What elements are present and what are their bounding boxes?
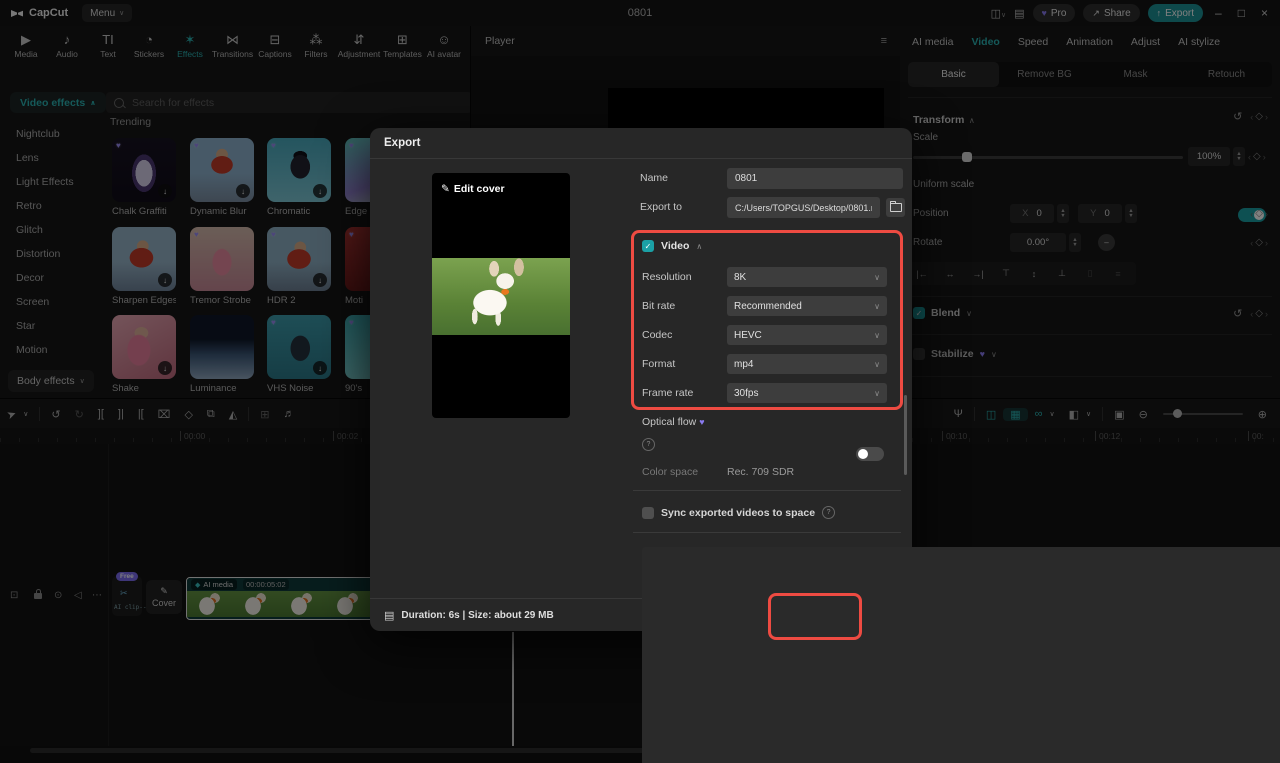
pencil-icon: ✎ [441,183,450,195]
folder-icon [890,203,902,212]
optical-flow-label: Optical flow ♥ [642,416,705,428]
sync-space-checkbox[interactable] [642,507,654,519]
export-dialog-title: Export [370,128,912,159]
divider [633,490,901,491]
question-icon: ? [647,441,651,448]
name-input[interactable] [727,168,903,189]
edit-cover-label: Edit cover [454,183,505,195]
sync-help-icon[interactable]: ? [822,506,835,519]
optical-flow-toggle[interactable] [856,447,884,461]
export-summary: Duration: 6s | Size: about 29 MB [401,610,553,621]
name-label: Name [640,172,668,184]
cover-frame-image [432,258,570,335]
optical-flow-help-icon[interactable]: ? [642,438,655,451]
annotation-export-button [768,593,862,640]
question-icon: ? [827,509,831,516]
export-path-input[interactable] [727,197,880,218]
capcut-window: CapCut Menu ∨ 0801 ◫∨ ▤ ♥ Pro ↗ Share ↑ … [0,0,1280,763]
dialog-scrollbar[interactable] [904,395,907,475]
annotation-video-settings [631,230,903,410]
audio-checkbox[interactable] [642,547,1280,763]
edit-cover-button[interactable]: ✎ Edit cover [441,183,505,195]
sync-space-label: Sync exported videos to space [661,507,815,519]
optical-flow-gem-icon: ♥ [699,417,704,427]
color-space-value: Rec. 709 SDR [727,466,794,478]
export-to-label: Export to [640,201,682,213]
browse-folder-button[interactable] [886,198,905,217]
film-icon: ▤ [384,609,394,622]
cover-preview[interactable]: ✎ Edit cover [432,173,570,418]
divider [633,532,901,533]
color-space-label: Color space [642,466,698,478]
